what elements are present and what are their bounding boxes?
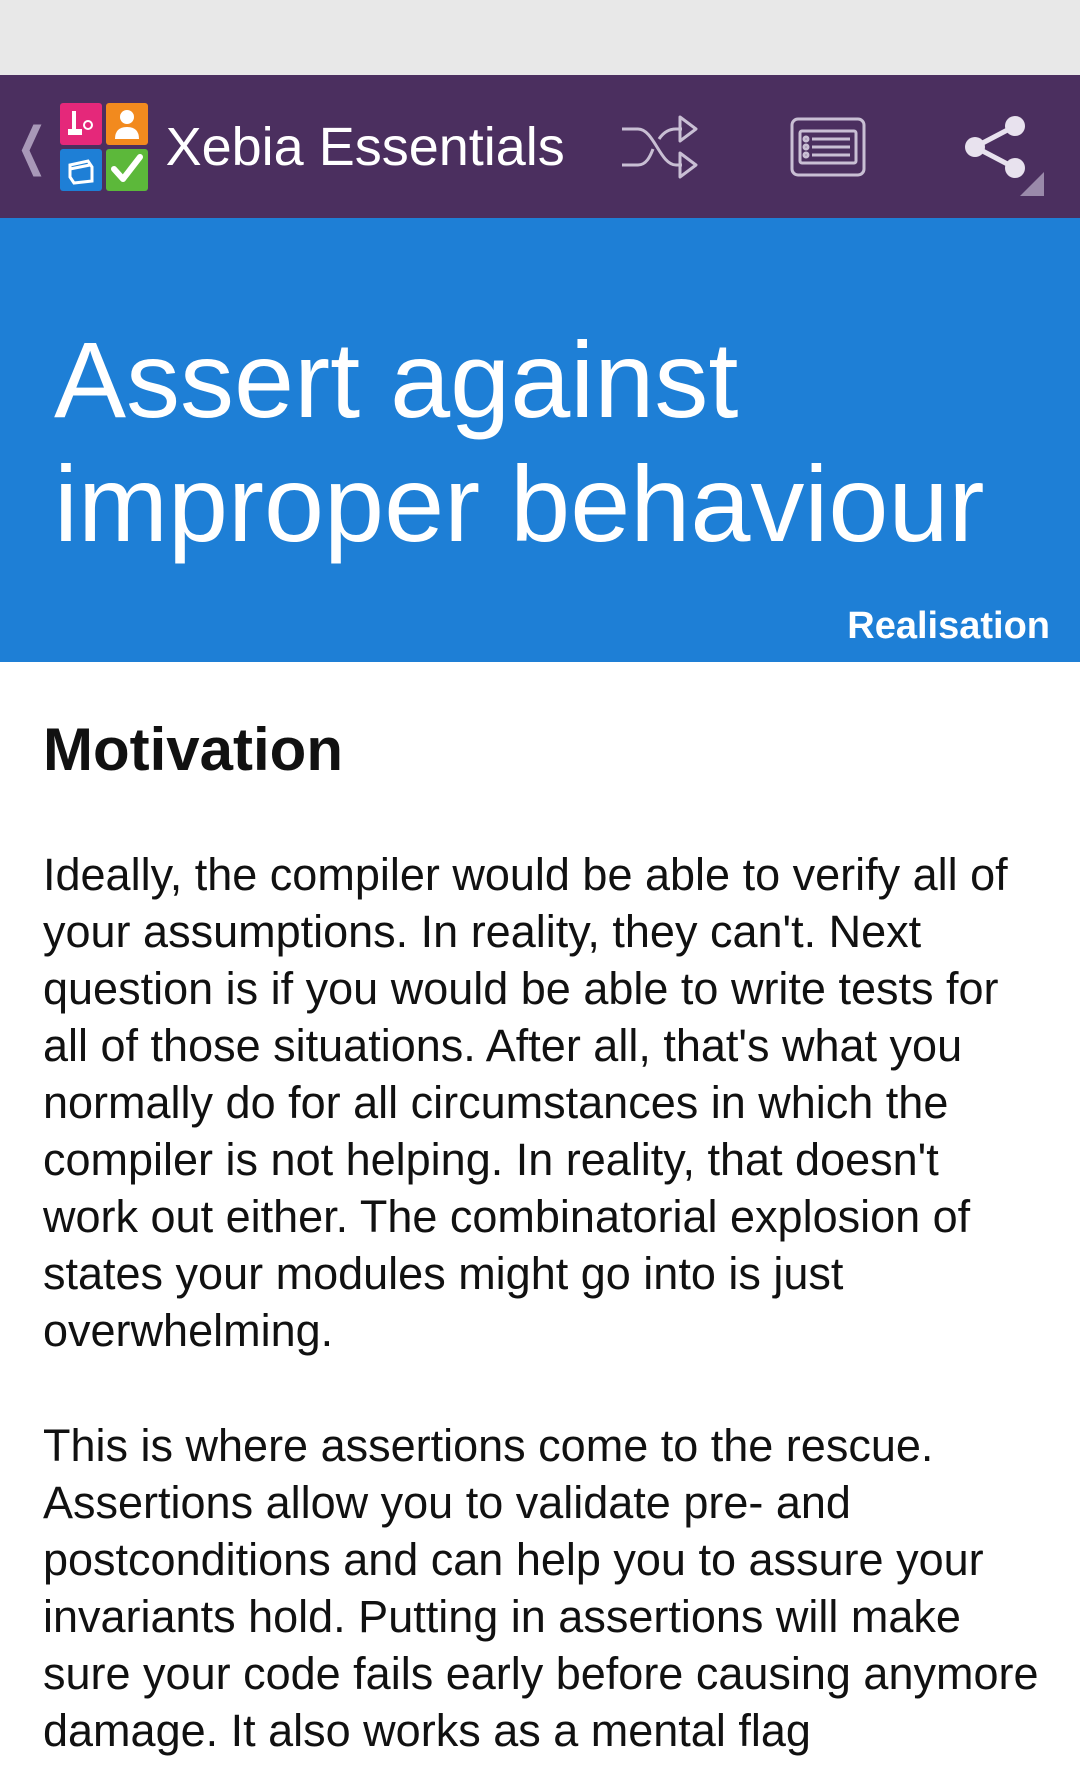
section-heading: Motivation bbox=[43, 716, 343, 783]
up-navigation[interactable]: ❮ Xebia Essentials bbox=[0, 75, 565, 218]
overflow-indicator-icon bbox=[1020, 172, 1044, 196]
app-logo-icon bbox=[59, 102, 148, 191]
shuffle-icon bbox=[622, 115, 698, 178]
share-icon bbox=[965, 115, 1025, 178]
paragraph: Ideally, the compiler would be able to v… bbox=[43, 849, 1008, 1356]
shuffle-button[interactable] bbox=[576, 75, 744, 218]
card-list-icon bbox=[790, 117, 866, 176]
action-bar: ❮ Xebia Essentials bbox=[0, 75, 1080, 218]
chevron-left-icon: ❮ bbox=[16, 117, 48, 176]
share-button[interactable] bbox=[912, 75, 1080, 218]
paragraph: This is where assertions come to the res… bbox=[43, 1420, 1039, 1756]
action-icons bbox=[576, 75, 1080, 218]
status-bar bbox=[0, 0, 1080, 75]
card-header: Assert against improper behaviour Realis… bbox=[0, 218, 1080, 662]
card-category: Realisation bbox=[847, 605, 1050, 647]
card-content: Motivation Ideally, the compiler would b… bbox=[43, 662, 1043, 1759]
card-list-button[interactable] bbox=[744, 75, 912, 218]
app-title: Xebia Essentials bbox=[165, 116, 565, 177]
card-title: Assert against improper behaviour bbox=[54, 319, 985, 564]
